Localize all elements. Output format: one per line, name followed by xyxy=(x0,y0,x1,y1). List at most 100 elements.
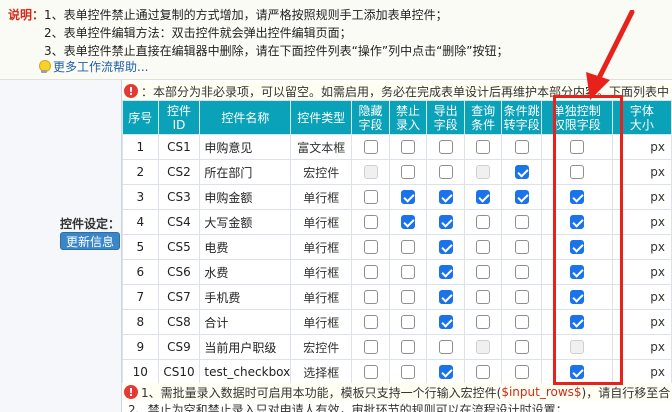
cell-font-size[interactable]: px xyxy=(611,309,672,335)
condition-jump-checkbox[interactable] xyxy=(514,290,529,305)
condition-jump-checkbox[interactable] xyxy=(514,265,529,280)
cell-checkbox xyxy=(351,184,390,210)
cell-control-id: CS5 xyxy=(157,234,201,260)
separate-permission-checkbox[interactable] xyxy=(569,190,584,205)
export-field-checkbox[interactable] xyxy=(438,140,453,155)
hidden-field-checkbox[interactable] xyxy=(363,315,378,330)
no-input-checkbox[interactable] xyxy=(401,215,416,230)
query-condition-checkbox[interactable] xyxy=(476,190,491,205)
query-condition-checkbox[interactable] xyxy=(476,315,491,330)
update-info-button[interactable]: 更新信息 xyxy=(60,232,120,250)
cell-no: 4 xyxy=(122,209,159,235)
cell-font-size[interactable]: px xyxy=(611,284,672,310)
no-input-checkbox[interactable] xyxy=(401,290,416,305)
cell-checkbox xyxy=(463,159,503,185)
query-condition-checkbox[interactable] xyxy=(476,290,491,305)
condition-jump-checkbox[interactable] xyxy=(514,315,529,330)
query-condition-checkbox[interactable] xyxy=(476,240,491,255)
cell-checkbox xyxy=(351,209,390,235)
query-condition-checkbox xyxy=(476,165,491,180)
export-field-checkbox[interactable] xyxy=(438,240,453,255)
hidden-field-checkbox[interactable] xyxy=(363,290,378,305)
header-text: 大小 xyxy=(629,117,654,132)
condition-jump-checkbox[interactable] xyxy=(514,215,529,230)
separate-permission-checkbox[interactable] xyxy=(569,290,584,305)
hidden-field-checkbox[interactable] xyxy=(363,340,378,355)
cell-font-size[interactable]: px xyxy=(611,359,672,385)
export-field-checkbox[interactable] xyxy=(438,265,453,280)
cell-checkbox xyxy=(463,309,503,335)
control-table: 序号 控件 ID 控件名称 控件类型 隐藏 字段 禁止 录入 导出 字段 查询 条件 条件跳 转字段 单独控制… xyxy=(122,100,672,385)
cell-font-size[interactable]: px xyxy=(611,234,672,260)
condition-jump-checkbox[interactable] xyxy=(514,365,529,380)
separate-permission-checkbox[interactable] xyxy=(569,165,584,180)
no-input-checkbox[interactable] xyxy=(401,365,416,380)
condition-jump-checkbox[interactable] xyxy=(514,240,529,255)
hidden-field-checkbox[interactable] xyxy=(363,215,378,230)
cell-checkbox xyxy=(388,234,428,260)
cell-font-size[interactable]: px xyxy=(611,184,672,210)
query-condition-checkbox[interactable] xyxy=(476,365,491,380)
export-field-checkbox[interactable] xyxy=(438,290,453,305)
cell-checkbox xyxy=(540,334,613,360)
cell-font-size[interactable]: px xyxy=(611,209,672,235)
no-input-checkbox[interactable] xyxy=(401,165,416,180)
export-field-checkbox[interactable] xyxy=(438,190,453,205)
export-field-checkbox[interactable] xyxy=(438,215,453,230)
no-input-checkbox[interactable] xyxy=(401,140,416,155)
separate-permission-checkbox[interactable] xyxy=(569,265,584,280)
cell-no: 10 xyxy=(122,359,159,385)
separate-permission-checkbox[interactable] xyxy=(569,140,584,155)
query-condition-checkbox[interactable] xyxy=(476,140,491,155)
no-input-checkbox[interactable] xyxy=(401,340,416,355)
query-condition-checkbox[interactable] xyxy=(476,215,491,230)
hidden-field-checkbox[interactable] xyxy=(363,140,378,155)
no-input-checkbox[interactable] xyxy=(401,315,416,330)
cell-checkbox xyxy=(388,309,428,335)
cell-checkbox xyxy=(501,184,542,210)
header-text: 条件跳 xyxy=(503,103,540,118)
notice-bottom-2: 2、禁止为空和禁止录入只对申请人有效，审批环节的规则可以在流程设计时设置； xyxy=(128,403,568,412)
hidden-field-checkbox[interactable] xyxy=(363,240,378,255)
export-field-checkbox[interactable] xyxy=(438,365,453,380)
cell-font-size[interactable]: px xyxy=(611,134,672,160)
separate-permission-checkbox[interactable] xyxy=(569,240,584,255)
hidden-field-checkbox[interactable] xyxy=(363,365,378,380)
header-text: 禁止 xyxy=(396,103,421,118)
cell-checkbox xyxy=(463,134,503,160)
export-field-checkbox[interactable] xyxy=(438,315,453,330)
cell-checkbox xyxy=(463,259,503,285)
condition-jump-checkbox[interactable] xyxy=(514,140,529,155)
condition-jump-checkbox[interactable] xyxy=(514,190,529,205)
cell-font-size[interactable]: px xyxy=(611,334,672,360)
cell-checkbox xyxy=(426,359,465,385)
separate-permission-checkbox[interactable] xyxy=(569,365,584,380)
cell-control-name: 电费 xyxy=(199,234,292,260)
hidden-field-checkbox xyxy=(363,165,378,180)
hidden-field-checkbox[interactable] xyxy=(363,190,378,205)
cell-font-size[interactable]: px xyxy=(611,259,672,285)
condition-jump-checkbox[interactable] xyxy=(514,165,529,180)
cell-control-id: CS4 xyxy=(157,209,201,235)
export-field-checkbox[interactable] xyxy=(438,340,453,355)
separate-permission-checkbox[interactable] xyxy=(569,315,584,330)
condition-jump-checkbox[interactable] xyxy=(514,340,529,355)
help-link-text[interactable]: 更多工作流帮助... xyxy=(53,58,148,75)
hidden-field-checkbox[interactable] xyxy=(363,265,378,280)
query-condition-checkbox[interactable] xyxy=(476,265,491,280)
cell-control-id: CS8 xyxy=(157,309,201,335)
cell-control-id: CS3 xyxy=(157,184,201,210)
notice-bottom-highlight: $input_rows$ xyxy=(501,385,582,399)
table-row: 1 CS1 申购意见 富文本框 px xyxy=(122,134,672,160)
cell-checkbox xyxy=(388,359,428,385)
instruction-line-3: 3、表单控件禁止直接在编辑器中删除，请在下面控件列表“操作”列中点击“删除”按钮… xyxy=(44,44,509,58)
table-row: 9 CS9 当前用户职级 宏控件 px xyxy=(122,334,672,360)
header-text: 条件 xyxy=(471,117,496,132)
no-input-checkbox[interactable] xyxy=(401,190,416,205)
no-input-checkbox[interactable] xyxy=(401,240,416,255)
cell-font-size[interactable]: px xyxy=(611,159,672,185)
no-input-checkbox[interactable] xyxy=(401,265,416,280)
separate-permission-checkbox[interactable] xyxy=(569,215,584,230)
help-link[interactable]: 更多工作流帮助... xyxy=(38,58,148,75)
export-field-checkbox[interactable] xyxy=(438,165,453,180)
